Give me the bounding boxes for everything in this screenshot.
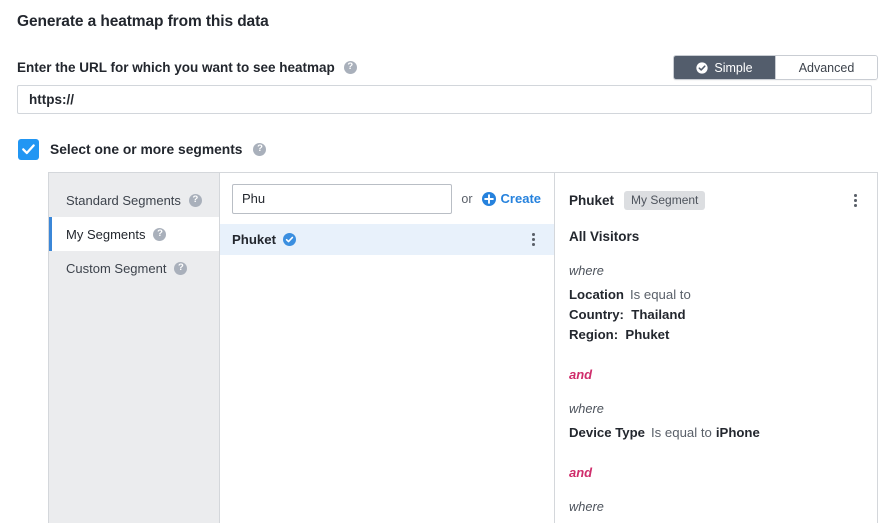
- rule-where-label: where: [569, 263, 604, 278]
- segment-search-input[interactable]: [232, 183, 453, 214]
- page-title: Generate a heatmap from this data: [17, 13, 269, 30]
- url-label-row: Enter the URL for which you want to see …: [17, 60, 357, 75]
- segment-scope-label: All Visitors: [569, 229, 640, 244]
- rule-conjunction: and: [569, 465, 593, 480]
- sidebar-item-label: Custom Segment: [66, 260, 167, 276]
- rule-conjunction: and: [569, 367, 593, 382]
- rule-block: where Device Type Is equal to iPhone: [569, 401, 863, 443]
- rule-block: where Visitor TypeIs equal toNew: [569, 499, 863, 523]
- tab-simple-label: Simple: [714, 60, 753, 75]
- segment-item-name: Phuket: [232, 232, 276, 247]
- help-icon[interactable]: ?: [174, 261, 188, 275]
- tab-advanced[interactable]: Advanced: [775, 56, 877, 79]
- sidebar-item-label: Standard Segments: [66, 192, 181, 208]
- select-segments-label: Select one or more segments: [50, 142, 243, 157]
- segment-list-column: or Create Phuket: [220, 173, 555, 523]
- select-segments-checkbox[interactable]: [18, 139, 39, 160]
- rule-field: Country:: [569, 307, 624, 322]
- help-icon[interactable]: ?: [253, 143, 267, 156]
- segment-category-nav: Standard Segments ? My Segments ? Custom…: [49, 173, 220, 523]
- segment-detail-header: Phuket My Segment: [569, 191, 863, 210]
- mode-toggle: Simple Advanced: [673, 55, 878, 80]
- rule-operator: Is equal to: [629, 287, 691, 302]
- rule-value: Phuket: [625, 327, 670, 342]
- check-circle-icon: [696, 61, 709, 74]
- rule-value: Thailand: [631, 307, 686, 322]
- rule-where-label: where: [569, 499, 604, 514]
- rule-line: Region: Phuket: [569, 325, 863, 345]
- create-segment-label: Create: [500, 191, 541, 206]
- rule-line: Location Is equal to: [569, 285, 863, 305]
- rule-value: iPhone: [715, 425, 760, 440]
- help-icon[interactable]: ?: [343, 61, 357, 74]
- sidebar-item-my-segments[interactable]: My Segments ?: [49, 217, 219, 251]
- status-badge: My Segment: [624, 191, 706, 210]
- tab-advanced-label: Advanced: [798, 60, 855, 75]
- rule-line: Country: Thailand: [569, 305, 863, 325]
- segment-picker-panel: Standard Segments ? My Segments ? Custom…: [48, 172, 878, 523]
- checkmark-icon: [22, 144, 35, 155]
- or-label: or: [461, 191, 473, 206]
- rule-line: Device Type Is equal to iPhone: [569, 423, 863, 443]
- segments-toggle-row: Select one or more segments ?: [18, 139, 267, 160]
- url-label: Enter the URL for which you want to see …: [17, 60, 335, 75]
- kebab-menu-icon[interactable]: [526, 231, 541, 249]
- sidebar-item-standard-segments[interactable]: Standard Segments ?: [49, 183, 219, 217]
- rule-field: Device Type: [569, 425, 645, 440]
- sidebar-item-custom-segment[interactable]: Custom Segment ?: [49, 251, 219, 285]
- sidebar-item-label: My Segments: [66, 226, 146, 242]
- kebab-menu-icon[interactable]: [848, 192, 863, 210]
- rule-where-label: where: [569, 401, 604, 416]
- create-segment-button[interactable]: Create: [481, 191, 541, 206]
- url-input[interactable]: [17, 85, 872, 114]
- help-icon[interactable]: ?: [153, 227, 167, 241]
- rule-operator: Is equal to: [651, 425, 712, 440]
- plus-circle-icon: [481, 191, 496, 206]
- verified-check-icon: [282, 233, 296, 246]
- rule-block: where Location Is equal to Country: Thail…: [569, 263, 863, 345]
- help-icon[interactable]: ?: [188, 193, 202, 207]
- heatmap-setup-page: Generate a heatmap from this data Enter …: [0, 0, 888, 523]
- segment-search-bar: or Create: [220, 173, 554, 224]
- rule-field: Location: [569, 287, 624, 302]
- tab-simple[interactable]: Simple: [674, 56, 775, 79]
- rule-field: Region:: [569, 327, 619, 342]
- list-item[interactable]: Phuket: [220, 224, 554, 255]
- segment-detail-title: Phuket: [569, 193, 615, 208]
- segment-detail-column: Phuket My Segment All Visitors where Loc…: [555, 173, 877, 523]
